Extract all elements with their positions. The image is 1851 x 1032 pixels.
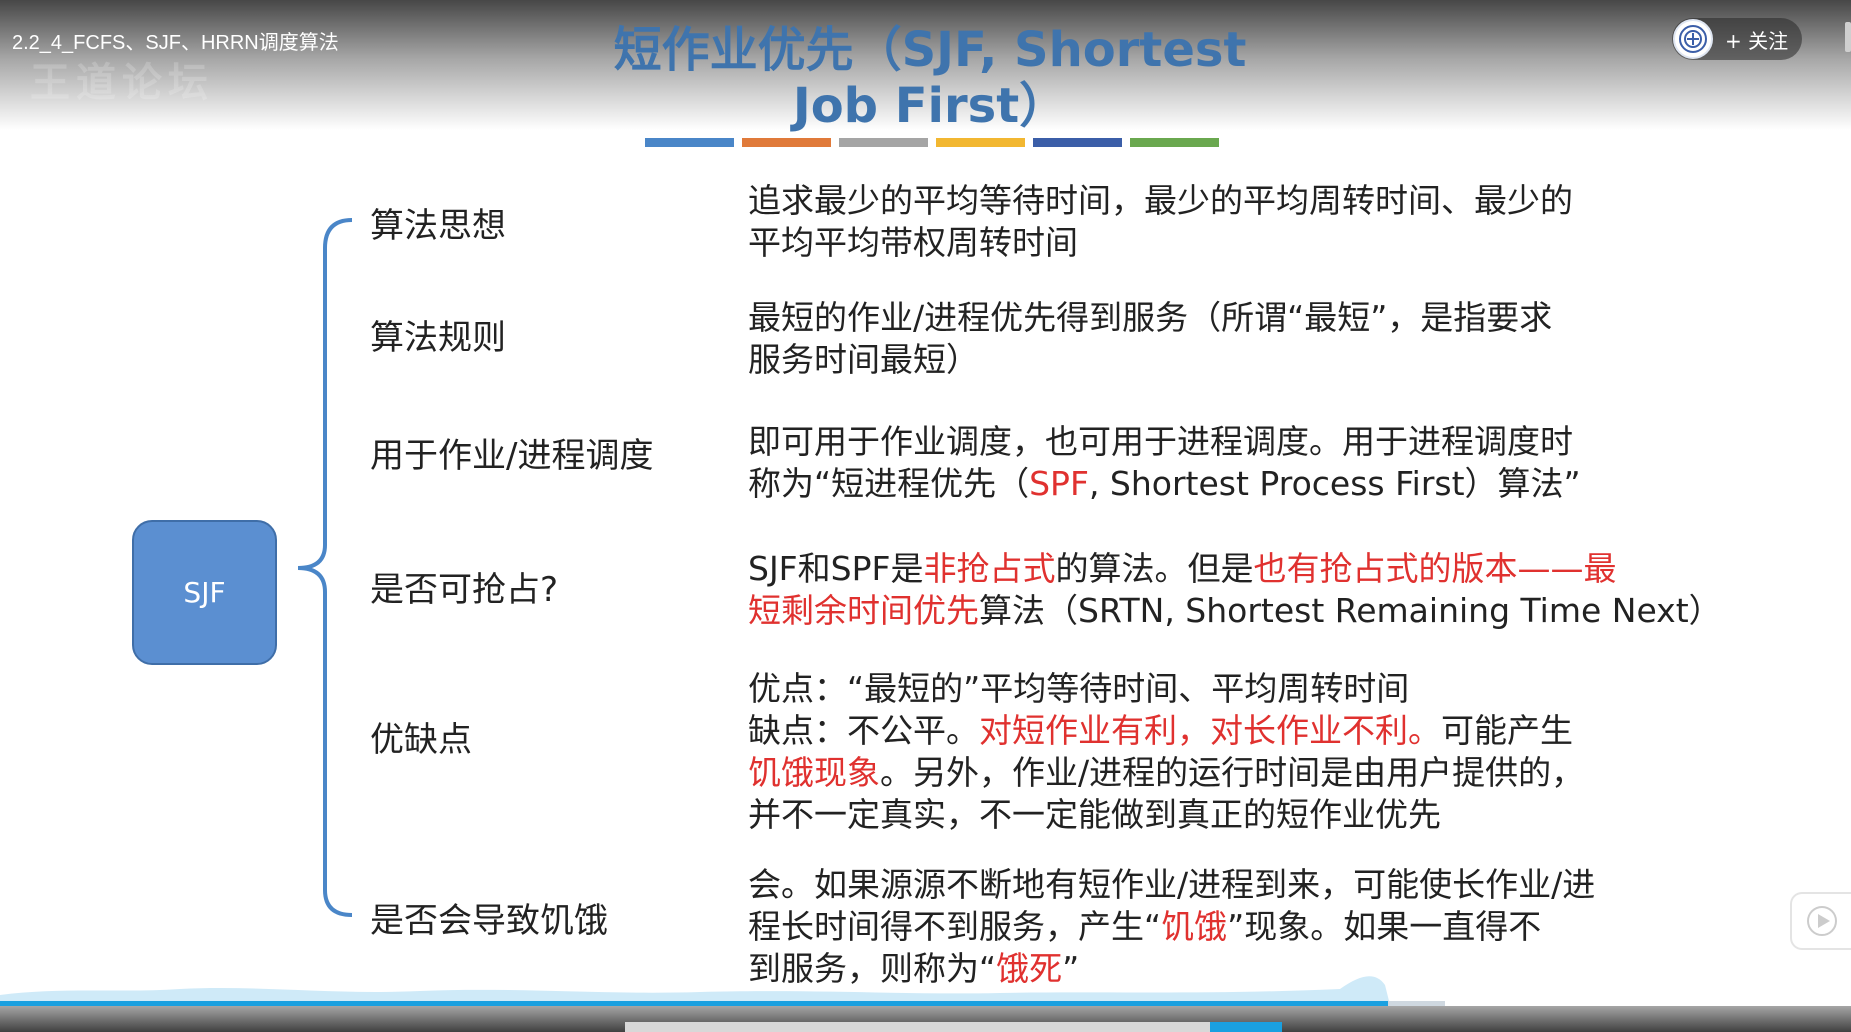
description-line: 称为“短进程优先（SPF, Shortest Process First）算法” [748, 463, 1581, 505]
play-icon [1806, 906, 1837, 936]
highlight-text: 饥饿 [1161, 907, 1228, 946]
description-text: 的算法。但是 [1055, 549, 1254, 588]
description-text: 可能产生 [1441, 711, 1573, 750]
highlight-text: 非抢占式 [923, 549, 1056, 588]
description-text: 称为“短进程优先（ [748, 464, 1030, 503]
description-text: 即可用于作业调度，也可用于进程调度。用于进程调度时 [748, 422, 1573, 461]
highlight-text: 短剩余时间优先 [748, 591, 979, 630]
description-line: SJF和SPF是非抢占式的算法。但是也有抢占式的版本——最 [748, 548, 1722, 590]
control-bar-segment [625, 1022, 1210, 1032]
description-text: 程长时间得不到服务，产生“ [748, 907, 1162, 946]
description-line: 短剩余时间优先算法（SRTN, Shortest Remaining Time … [748, 590, 1722, 632]
highlight-text: 也有抢占式的版本——最 [1253, 549, 1617, 588]
description-line: 优点：“最短的”平均等待时间、平均周转时间 [748, 668, 1584, 710]
danmaku-density-wave [0, 976, 1390, 1005]
branch-label: 用于作业/进程调度 [370, 436, 654, 476]
description-line: 缺点：不公平。对短作业有利，对长作业不利。可能产生 [748, 710, 1584, 752]
description-line: 平均平均带权周转时间 [748, 222, 1573, 264]
branch-label: 是否会导致饥饿 [370, 901, 608, 941]
description-text: 。另外，作业/进程的运行时间是由用户提供的， [880, 753, 1585, 792]
description-text: 最短的作业/进程优先得到服务（所谓“最短”，是指要求 [748, 298, 1553, 337]
description-text: 缺点：不公平。 [748, 711, 979, 750]
highlight-text: SPF [1029, 464, 1089, 503]
description-text: SJF和SPF是 [748, 549, 924, 588]
branch-description: 即可用于作业调度，也可用于进程调度。用于进程调度时 称为“短进程优先（SPF, S… [748, 421, 1581, 505]
branch-description: 最短的作业/进程优先得到服务（所谓“最短”，是指要求 服务时间最短） [748, 297, 1552, 381]
description-text: 算法（SRTN, Shortest Remaining Time Next） [979, 591, 1722, 630]
control-bar-active-segment[interactable] [1210, 1022, 1282, 1032]
description-text: 会。如果源源不断地有短作业/进程到来，可能使长作业/进 [748, 865, 1596, 904]
description-text: , Shortest Process First）算法” [1088, 464, 1581, 503]
description-line: 服务时间最短） [748, 339, 1552, 381]
branch-description: 追求最少的平均等待时间，最少的平均周转时间、最少的 平均平均带权周转时间 [748, 180, 1573, 264]
branch-label: 算法思想 [370, 206, 506, 246]
description-text: 优点：“最短的”平均等待时间、平均周转时间 [748, 669, 1410, 708]
description-line: 即可用于作业调度，也可用于进程调度。用于进程调度时 [748, 421, 1581, 463]
branch-label: 优缺点 [370, 720, 472, 760]
branch-label: 算法规则 [370, 318, 506, 358]
side-play-button[interactable] [1790, 892, 1851, 950]
branch-description: SJF和SPF是非抢占式的算法。但是也有抢占式的版本——最 短剩余时间优先算法（S… [748, 548, 1722, 632]
description-line: 饥饿现象。另外，作业/进程的运行时间是由用户提供的， [748, 752, 1584, 794]
branch-description: 优点：“最短的”平均等待时间、平均周转时间 缺点：不公平。对短作业有利，对长作业不… [748, 668, 1584, 836]
description-line: 会。如果源源不断地有短作业/进程到来，可能使长作业/进 [748, 864, 1595, 906]
highlight-text: 饥饿现象 [748, 753, 880, 792]
branch-label: 是否可抢占? [370, 570, 559, 610]
description-line: 追求最少的平均等待时间，最少的平均周转时间、最少的 [748, 180, 1573, 222]
description-line: 并不一定真实，不一定能做到真正的短作业优先 [748, 794, 1584, 836]
description-line: 程长时间得不到服务，产生“饥饿”现象。如果一直得不 [748, 906, 1595, 948]
description-line: 最短的作业/进程优先得到服务（所谓“最短”，是指要求 [748, 297, 1552, 339]
description-text: 平均平均带权周转时间 [748, 223, 1078, 262]
description-text: 服务时间最短） [748, 340, 979, 379]
description-text: 追求最少的平均等待时间，最少的平均周转时间、最少的 [748, 181, 1573, 220]
description-text: 并不一定真实，不一定能做到真正的短作业优先 [748, 795, 1441, 834]
description-text: ”现象。如果一直得不 [1227, 907, 1542, 946]
highlight-text: 对短作业有利，对长作业不利。 [979, 711, 1441, 750]
